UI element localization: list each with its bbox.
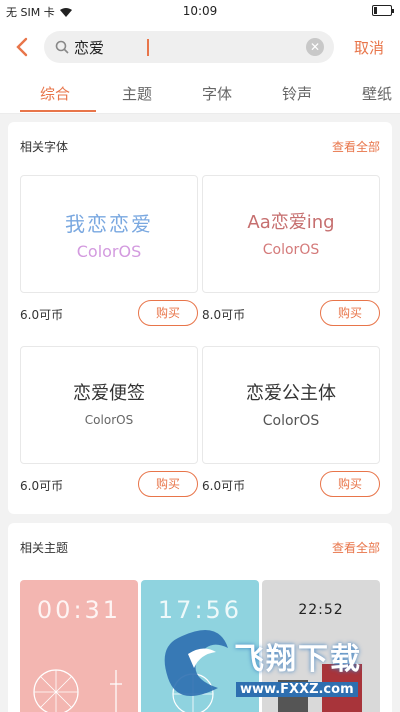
tab-ringtones[interactable]: 铃声: [282, 83, 312, 104]
font-preview-tile[interactable]: 恋爱便签 ColorOS: [20, 346, 198, 464]
status-time: 10:09: [182, 4, 218, 18]
buy-button[interactable]: 购买: [320, 300, 380, 326]
buy-button[interactable]: 购买: [320, 471, 380, 497]
battery-level: [374, 7, 377, 14]
themes-view-all-link[interactable]: 查看全部: [332, 539, 380, 556]
cancel-button[interactable]: 取消: [354, 37, 384, 58]
theme-preview-tile[interactable]: 00:31: [20, 580, 138, 712]
font-price: 6.0可币: [20, 479, 64, 493]
font-preview-brand: ColorOS: [84, 413, 134, 427]
font-preview-tile[interactable]: 恋爱公主体 ColorOS: [202, 346, 380, 464]
font-preview-tile[interactable]: Aa恋爱ing ColorOS: [202, 175, 380, 293]
clear-search-button[interactable]: ✕: [306, 38, 324, 56]
font-price: 8.0可币: [202, 308, 246, 322]
tab-fonts[interactable]: 字体: [202, 83, 232, 104]
font-preview-brand: ColorOS: [262, 413, 320, 429]
fonts-section-title: 相关字体: [20, 140, 69, 154]
back-button[interactable]: [10, 34, 36, 60]
search-input[interactable]: [74, 31, 294, 63]
search-box[interactable]: ✕: [44, 31, 334, 63]
status-right: [372, 5, 394, 16]
buy-button[interactable]: 购买: [138, 471, 198, 497]
fonts-view-all-link[interactable]: 查看全部: [332, 138, 380, 155]
category-tabs: 综合 主题 字体 铃声 壁纸: [0, 72, 400, 114]
font-preview-tile[interactable]: 我恋恋爱 ColorOS: [20, 175, 198, 293]
tab-indicator: [20, 110, 96, 112]
brand-swirl-icon: [164, 630, 228, 696]
font-price: 6.0可币: [20, 308, 64, 322]
font-preview-brand: ColorOS: [262, 242, 320, 258]
themes-section-title: 相关主题: [20, 541, 69, 555]
fonts-card: 相关字体 查看全部 我恋恋爱 ColorOS 6.0可币 购买 Aa恋爱ing …: [8, 122, 392, 514]
status-bar: 无 SIM 卡 10:09: [0, 0, 400, 22]
battery-icon: [372, 5, 394, 16]
tab-overview[interactable]: 综合: [40, 83, 70, 104]
font-preview-text: 恋爱便签: [73, 383, 145, 404]
font-preview-text: Aa恋爱ing: [247, 212, 335, 233]
font-price: 6.0可币: [202, 479, 246, 493]
tab-themes[interactable]: 主题: [122, 83, 152, 104]
watermark-title: 飞翔下载: [234, 642, 362, 677]
watermark-logo: 飞翔下载 www.FXXZ.com: [158, 618, 394, 710]
font-preview-text: 我恋恋爱: [65, 212, 153, 236]
tab-wallpapers[interactable]: 壁纸: [362, 83, 392, 104]
search-header: ✕ 取消: [0, 22, 400, 72]
font-preview-text: 恋爱公主体: [246, 383, 336, 404]
text-caret: [147, 39, 149, 56]
chevron-left-icon: [16, 37, 28, 57]
ferris-wheel-illustration: [33, 669, 122, 712]
watermark-url: www.FXXZ.com: [236, 682, 358, 697]
buy-button[interactable]: 购买: [138, 300, 198, 326]
search-icon: [55, 40, 69, 54]
close-icon: ✕: [309, 40, 321, 54]
font-preview-brand: ColorOS: [76, 242, 142, 261]
